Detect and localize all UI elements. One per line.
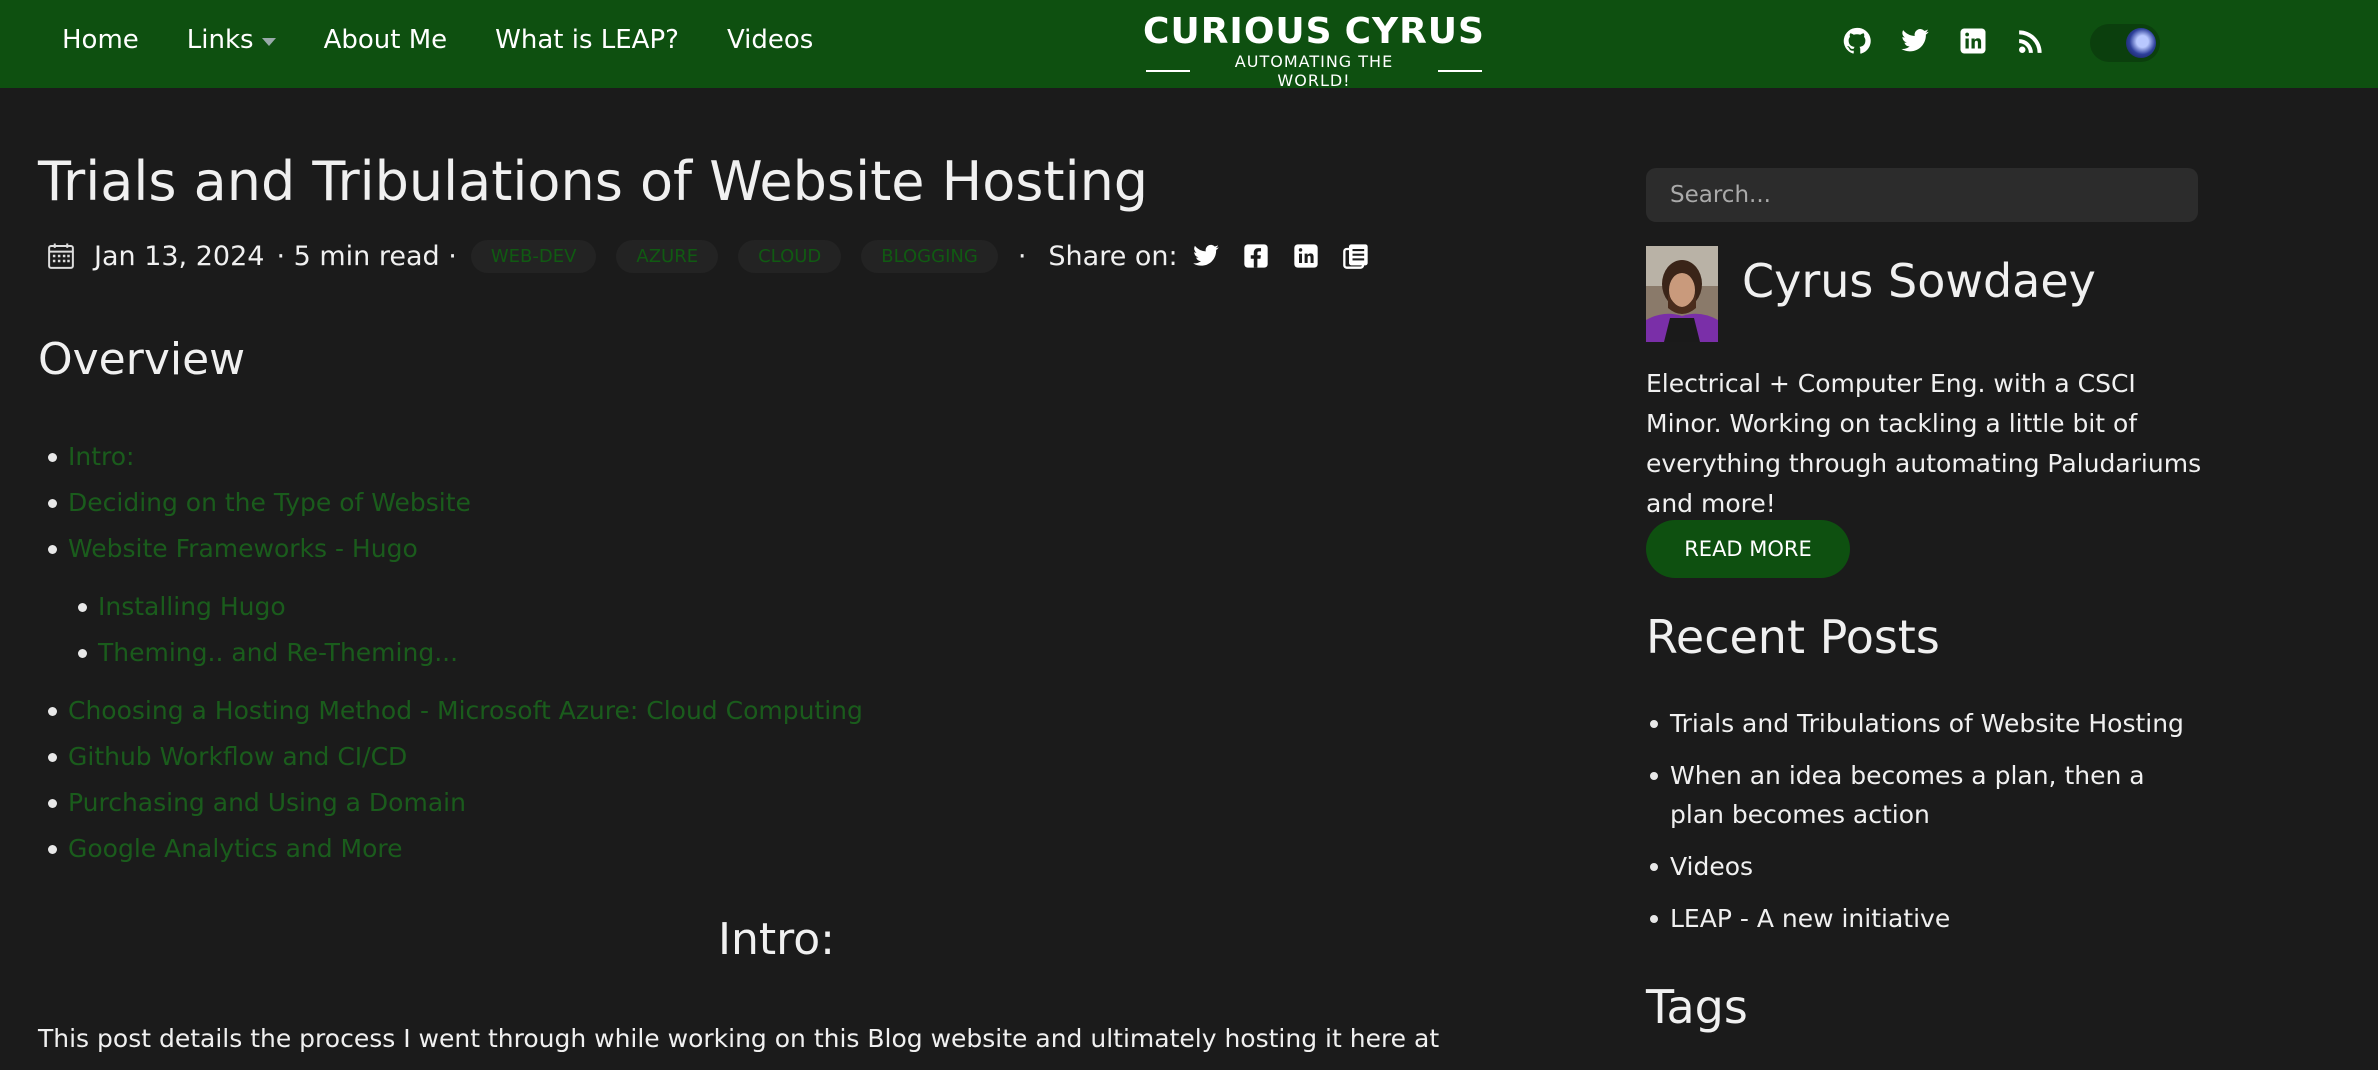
tag-blogging[interactable]: BLOGGING — [861, 239, 998, 273]
overview-heading: Overview — [38, 334, 246, 385]
recent-posts-heading: Recent Posts — [1646, 610, 1940, 664]
nav-link-videos[interactable]: Videos — [727, 25, 813, 55]
nav-link-home[interactable]: Home — [62, 25, 139, 55]
moon-icon — [2126, 28, 2156, 58]
toc-item-frameworks[interactable]: Website Frameworks - Hugo — [38, 526, 863, 572]
recent-post-link[interactable]: When an idea becomes a plan, then a plan… — [1646, 756, 2206, 834]
toc-subitem-theming[interactable]: Theming.. and Re-Theming... — [38, 630, 863, 676]
post-meta: Jan 13, 2024 · 5 min read · WEB-DEV AZUR… — [46, 236, 1392, 276]
toc-item-github-workflow[interactable]: Github Workflow and CI/CD — [38, 734, 863, 780]
logo-tagline: AUTOMATING THE WORLD! — [1234, 52, 1394, 90]
author-name: Cyrus Sowdaey — [1742, 254, 2096, 308]
social-links — [1842, 26, 2046, 56]
site-logo[interactable]: CURIOUS CYRUS AUTOMATING THE WORLD! — [1143, 11, 1485, 91]
post-read-time: · 5 min read · — [276, 240, 457, 272]
recent-posts-list: Trials and Tribulations of Website Hosti… — [1646, 704, 2206, 951]
toc-subitem-installing-hugo[interactable]: Installing Hugo — [38, 584, 863, 630]
nav-link-leap[interactable]: What is LEAP? — [495, 25, 679, 55]
nav-link-links-dropdown[interactable]: Links — [187, 25, 276, 55]
share-separator: · — [1017, 240, 1027, 272]
post-date: Jan 13, 2024 — [94, 240, 265, 272]
logo-text-right: CYRUS — [1344, 11, 1485, 52]
theme-toggle[interactable] — [2090, 24, 2160, 62]
rss-icon[interactable] — [2016, 26, 2046, 56]
toc-item-hosting-method[interactable]: Choosing a Hosting Method - Microsoft Az… — [38, 688, 863, 734]
intro-heading: Intro: — [718, 914, 835, 965]
share-facebook-icon[interactable] — [1242, 242, 1270, 270]
logo-line-right — [1437, 70, 1482, 72]
author-bio: Electrical + Computer Eng. with a CSCI M… — [1646, 369, 2202, 518]
nav-link-links-label: Links — [186, 25, 254, 55]
github-icon[interactable] — [1842, 26, 1872, 56]
chevron-down-icon — [261, 38, 276, 46]
tag-cloud[interactable]: CLOUD — [738, 239, 842, 273]
logo-line-left — [1146, 70, 1191, 72]
nav-link-about[interactable]: About Me — [324, 25, 448, 55]
toc-item-domain[interactable]: Purchasing and Using a Domain — [38, 780, 863, 826]
linkedin-icon[interactable] — [1958, 26, 1988, 56]
toc-item-intro[interactable]: Intro: — [38, 434, 863, 480]
toc-item-deciding[interactable]: Deciding on the Type of Website — [38, 480, 863, 526]
avatar-photo — [1646, 246, 1718, 342]
share-copy-icon[interactable] — [1342, 242, 1370, 270]
toc-item-analytics[interactable]: Google Analytics and More — [38, 826, 863, 872]
share-linkedin-icon[interactable] — [1292, 242, 1320, 270]
author-avatar — [1646, 246, 1718, 342]
tags-heading: Tags — [1646, 980, 1748, 1034]
recent-post-link[interactable]: Trials and Tribulations of Website Hosti… — [1646, 704, 2206, 743]
logo-text-left: CURIOUS — [1143, 11, 1333, 52]
post-title: Trials and Tribulations of Website Hosti… — [38, 150, 1149, 213]
table-of-contents: Intro: Deciding on the Type of Website W… — [38, 434, 863, 872]
recent-post-link[interactable]: Videos — [1646, 847, 2206, 886]
top-navbar: Home Links About Me What is LEAP? Videos… — [0, 0, 2378, 91]
twitter-icon[interactable] — [1900, 26, 1930, 56]
share-label: Share on: — [1048, 240, 1178, 272]
nav-links: Home Links About Me What is LEAP? Videos — [62, 0, 813, 80]
recent-post-link[interactable]: LEAP - A new initiative — [1646, 899, 2206, 938]
search-input[interactable] — [1646, 168, 2198, 222]
tag-azure[interactable]: AZURE — [616, 239, 719, 273]
intro-paragraph: This post details the process I went thr… — [38, 1024, 1440, 1053]
tag-web-dev[interactable]: WEB-DEV — [470, 239, 597, 273]
share-twitter-icon[interactable] — [1192, 242, 1220, 270]
calendar-icon — [48, 243, 74, 269]
read-more-button[interactable]: READ MORE — [1646, 520, 1850, 578]
